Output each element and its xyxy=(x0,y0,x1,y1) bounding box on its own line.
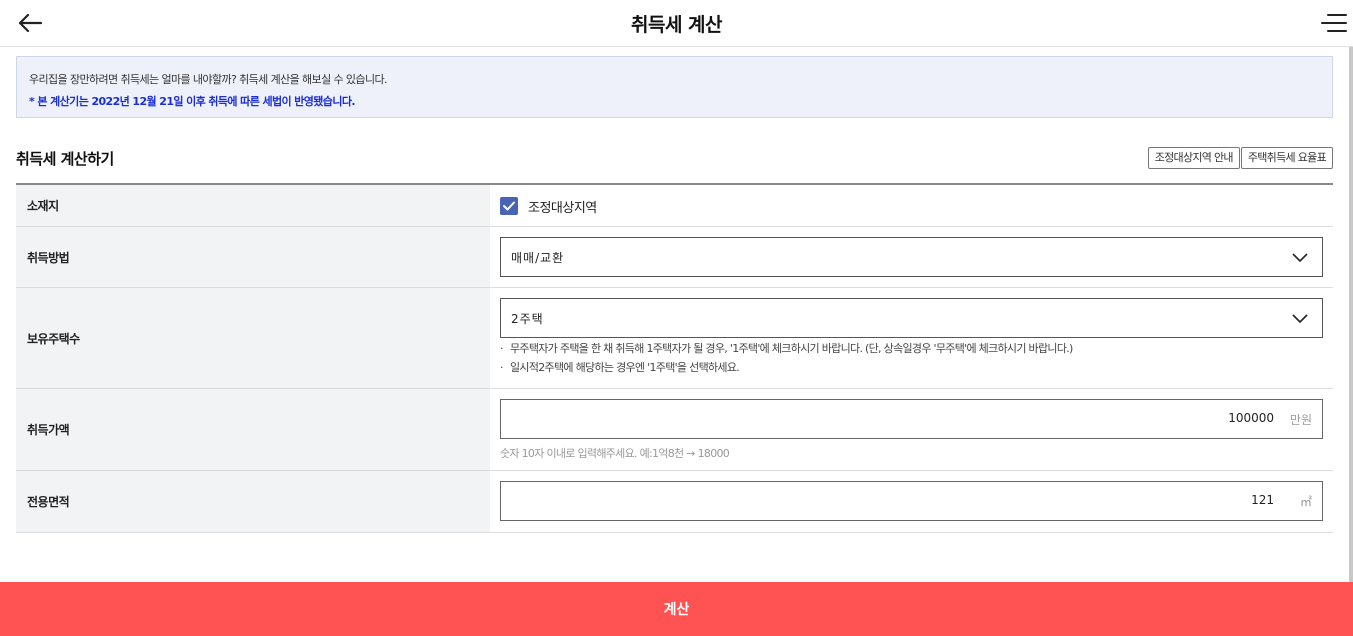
area-label: 전용면적 xyxy=(16,471,490,532)
area-value[interactable]: 121 xyxy=(1251,493,1274,507)
price-row: 취득가액 100000 만원 숫자 10자 이내로 입력해주세요. 예:1억8천… xyxy=(16,389,1333,471)
adjustment-area-checkbox[interactable] xyxy=(500,197,518,215)
price-input[interactable]: 100000 만원 xyxy=(500,399,1323,439)
app-header: 취득세 계산 xyxy=(0,0,1353,47)
price-label: 취득가액 xyxy=(16,389,490,470)
price-field: 100000 만원 숫자 10자 이내로 입력해주세요. 예:1억8천 → 18… xyxy=(490,389,1333,470)
area-unit: ㎡ xyxy=(1299,495,1312,509)
area-row: 전용면적 121 ㎡ xyxy=(16,471,1333,533)
chevron-down-icon xyxy=(1292,314,1308,324)
houses-hint-2: · 일시적2주택에 해당하는 경우엔 '1주택'을 선택하세요. xyxy=(500,361,740,374)
location-row: 소재지 조정대상지역 xyxy=(16,185,1333,227)
houses-owned-select[interactable]: 2주택 xyxy=(500,298,1323,338)
page-title: 취득세 계산 xyxy=(630,14,723,36)
area-input[interactable]: 121 ㎡ xyxy=(500,481,1323,521)
method-row: 취득방법 매매/교환 xyxy=(16,227,1333,288)
notice-text: 우리집을 장만하려면 취득세는 얼마를 내야할까? 취득세 계산을 해보실 수 … xyxy=(29,73,387,86)
hamburger-menu-icon[interactable] xyxy=(1321,12,1347,34)
houses-field: 2주택 · 무주택자가 주택을 한 채 취득해 1주택자가 될 경우, '1주택'… xyxy=(490,288,1333,388)
section-buttons: 조정대상지역 안내 주택취득세 요율표 xyxy=(1147,147,1333,169)
tax-form: 소재지 조정대상지역 취득방법 매매/교환 보유주택수 2주택 · 무주택자가 … xyxy=(16,183,1333,533)
price-unit: 만원 xyxy=(1289,413,1312,427)
method-label: 취득방법 xyxy=(16,227,490,287)
method-field: 매매/교환 xyxy=(490,227,1333,287)
area-field: 121 ㎡ xyxy=(490,471,1333,532)
houses-hint-2-text: 일시적2주택에 해당하는 경우엔 '1주택'을 선택하세요. xyxy=(510,361,740,374)
price-hint: 숫자 10자 이내로 입력해주세요. 예:1억8천 → 18000 xyxy=(500,447,730,460)
scrollbar[interactable] xyxy=(1349,47,1353,582)
houses-row: 보유주택수 2주택 · 무주택자가 주택을 한 채 취득해 1주택자가 될 경우,… xyxy=(16,288,1333,389)
calculate-button[interactable]: 계산 xyxy=(0,582,1353,636)
adjustment-area-label[interactable]: 조정대상지역 xyxy=(528,197,597,216)
houses-hint-1: · 무주택자가 주택을 한 채 취득해 1주택자가 될 경우, '1주택'에 체크… xyxy=(500,342,1073,355)
adjustment-area-check[interactable]: 조정대상지역 xyxy=(500,196,1323,216)
houses-hint-1-text: 무주택자가 주택을 한 채 취득해 1주택자가 될 경우, '1주택'에 체크하… xyxy=(510,342,1073,355)
section-title: 취득세 계산하기 xyxy=(16,150,114,168)
checkmark-icon xyxy=(503,201,515,211)
acquisition-method-select[interactable]: 매매/교환 xyxy=(500,237,1323,277)
houses-owned-value: 2주택 xyxy=(511,312,544,326)
tax-rate-table-button[interactable]: 주택취득세 요율표 xyxy=(1240,147,1333,169)
acquisition-method-value: 매매/교환 xyxy=(511,251,565,265)
chevron-down-icon xyxy=(1292,253,1308,263)
adjustment-area-guide-button[interactable]: 조정대상지역 안내 xyxy=(1147,147,1240,169)
price-value[interactable]: 100000 xyxy=(1228,411,1274,425)
scrollbar-thumb[interactable] xyxy=(1349,47,1353,582)
info-notice: 우리집을 장만하려면 취득세는 얼마를 내야할까? 취득세 계산을 해보실 수 … xyxy=(16,56,1333,118)
houses-label: 보유주택수 xyxy=(16,288,490,388)
location-label: 소재지 xyxy=(16,185,490,226)
notice-law-text: * 본 계산기는 2022년 12월 21일 이후 취득에 따른 세법이 반영됐… xyxy=(29,95,356,108)
location-field: 조정대상지역 xyxy=(490,185,1333,226)
